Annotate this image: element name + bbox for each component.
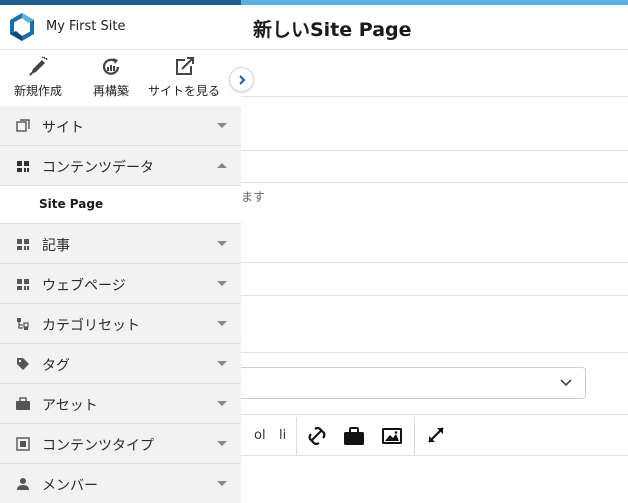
toolbar-separator [414, 417, 415, 455]
divider [241, 150, 628, 151]
rebuild-button[interactable]: 再構築 [86, 56, 136, 99]
sidebar-item-label: ウェブページ [42, 278, 126, 294]
divider [241, 49, 628, 50]
caret-down-icon [217, 401, 227, 406]
expand-icon[interactable] [425, 426, 447, 446]
sidebar-item-label: 記事 [42, 238, 70, 254]
divider [241, 262, 628, 263]
sidebar-item-member[interactable]: メンバー [0, 464, 241, 503]
view-site-button[interactable]: サイトを見る [145, 56, 223, 99]
sidebar-item-label: コンテンツデータ [42, 160, 154, 176]
sidebar-item-label: タグ [42, 358, 70, 374]
sidebar-subitem-site-page[interactable]: Site Page [0, 186, 241, 224]
rebuild-icon [102, 58, 120, 75]
sidebar-item-label: アセット [42, 398, 98, 414]
main-content: 新しいSite Page ます ol li [231, 5, 628, 503]
caret-down-icon [217, 123, 227, 128]
ol-button[interactable]: ol [254, 428, 266, 443]
webpage-icon [17, 279, 29, 290]
divider [241, 182, 628, 183]
format-select[interactable] [231, 367, 586, 399]
li-button[interactable]: li [279, 428, 286, 443]
view-site-button-label: サイトを見る [147, 84, 220, 98]
caret-down-icon [217, 361, 227, 366]
sidebar-item-content-type[interactable]: コンテンツタイプ [0, 424, 241, 464]
sidebar-item-label: メンバー [42, 478, 98, 494]
divider [241, 414, 628, 415]
toolbar-separator [296, 417, 297, 455]
asset-icon [16, 397, 30, 410]
external-link-icon [176, 57, 194, 75]
site-icon [16, 119, 30, 132]
sidebar-item-tag[interactable]: タグ [0, 344, 241, 384]
content-data-icon [17, 161, 29, 172]
caret-down-icon [217, 481, 227, 486]
sidebar-item-site[interactable]: サイト [0, 106, 241, 146]
divider [241, 352, 628, 353]
category-set-icon [17, 318, 29, 330]
chevron-right-icon [239, 75, 246, 85]
caret-down-icon [217, 281, 227, 286]
divider [241, 295, 628, 296]
caret-up-icon [217, 163, 227, 168]
divider [241, 455, 628, 456]
page-title: 新しいSite Page [253, 19, 412, 41]
entry-icon [17, 239, 29, 250]
sidebar-item-category-set[interactable]: カテゴリセット [0, 304, 241, 344]
sidebar-item-label: カテゴリセット [42, 318, 140, 334]
image-icon[interactable] [381, 426, 403, 446]
sidebar-toggle-button[interactable] [229, 67, 254, 92]
content-type-icon [16, 437, 30, 451]
sidebar-nav: サイト コンテンツデータ Site Page 記事 ウェブページ カテゴリセット… [0, 106, 241, 503]
quick-actions: 新規作成 再構築 サイトを見る [0, 50, 241, 106]
field-hint: ます [241, 190, 266, 204]
sidebar: My First Site 新規作成 再構築 サイトを見る サイト コンテンツデ… [0, 5, 241, 503]
link-icon[interactable] [306, 426, 328, 446]
new-button[interactable]: 新規作成 [8, 56, 68, 99]
chevron-down-icon [560, 379, 572, 387]
tag-icon [17, 358, 29, 370]
site-logo-icon [10, 13, 34, 41]
sidebar-item-label: サイト [42, 120, 84, 136]
sidebar-item-entry[interactable]: 記事 [0, 224, 241, 264]
site-header[interactable]: My First Site [0, 5, 241, 50]
rebuild-button-label: 再構築 [92, 84, 129, 98]
pencil-icon [29, 56, 48, 76]
briefcase-icon[interactable] [343, 426, 365, 446]
site-name: My First Site [46, 19, 126, 34]
sidebar-item-asset[interactable]: アセット [0, 384, 241, 424]
caret-down-icon [217, 241, 227, 246]
sidebar-item-content-data[interactable]: コンテンツデータ [0, 146, 241, 186]
member-icon [17, 478, 29, 490]
sidebar-item-webpage[interactable]: ウェブページ [0, 264, 241, 304]
editor-toolbar: ol li [241, 417, 628, 455]
new-button-label: 新規作成 [13, 84, 62, 98]
sidebar-subitem-label: Site Page [39, 197, 104, 211]
sidebar-item-label: コンテンツタイプ [42, 438, 154, 454]
caret-down-icon [217, 321, 227, 326]
caret-down-icon [217, 441, 227, 446]
divider [241, 96, 628, 97]
